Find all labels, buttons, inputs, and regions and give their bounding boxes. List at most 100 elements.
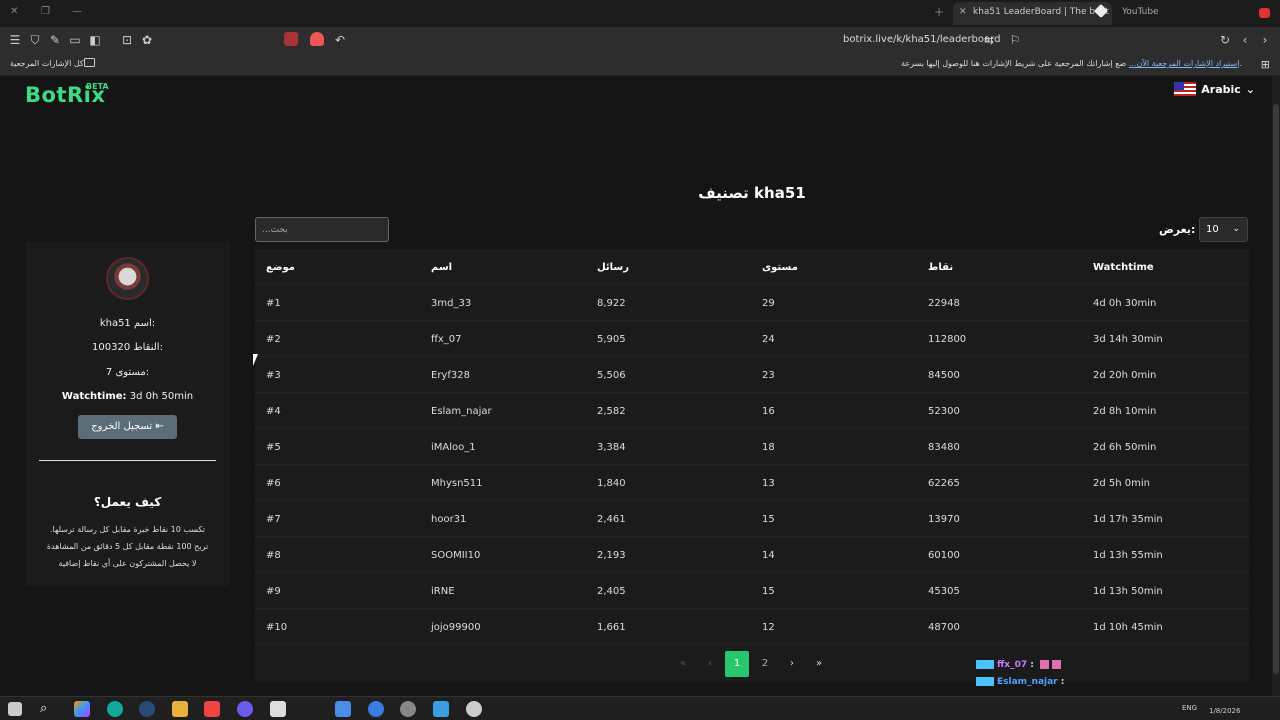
obs-icon[interactable] (466, 701, 482, 717)
first-page-button[interactable]: « (671, 651, 695, 677)
table-cell[interactable]: Mhysn511 (431, 478, 483, 489)
table-cell: 1d 13h 55min (1093, 550, 1163, 561)
clock-date[interactable]: 1/8/2026 (1209, 707, 1240, 715)
table-cell[interactable]: iMAloo_1 (431, 442, 476, 453)
table-cell: #1 (266, 298, 281, 309)
entries-value: 10 (1206, 224, 1219, 235)
shield-icon[interactable]: ⛉ (28, 33, 42, 47)
undo-icon[interactable]: ↶ (333, 33, 347, 47)
table-cell[interactable]: hoor31 (431, 514, 466, 525)
table-cell[interactable]: iRNE (431, 586, 455, 597)
close-tab-icon[interactable]: ✕ (959, 7, 967, 17)
table-cell[interactable]: Eryf328 (431, 370, 470, 381)
header-position[interactable]: موضع (266, 262, 295, 273)
header-messages[interactable]: رسائل (597, 262, 629, 273)
file-explorer-icon[interactable] (172, 701, 188, 717)
page-scrollbar[interactable] (1272, 76, 1280, 696)
last-page-button[interactable]: » (807, 651, 831, 677)
minimize-window-icon[interactable]: — (72, 6, 82, 17)
search-input[interactable] (255, 217, 389, 242)
sidebar-icon[interactable]: ◧ (88, 33, 102, 47)
tab-youtube[interactable]: YouTube (1122, 7, 1159, 17)
table-cell[interactable]: 3md_33 (431, 298, 471, 309)
search-icon[interactable]: ⌕ (40, 701, 56, 717)
mail-icon[interactable] (335, 701, 351, 717)
table-cell[interactable]: Eslam_najar (431, 406, 492, 417)
windows-start-icon[interactable] (8, 702, 22, 716)
app-icon[interactable] (433, 701, 449, 717)
back-icon[interactable]: › (1258, 33, 1272, 47)
next-page-button[interactable]: › (780, 651, 804, 677)
close-window-icon[interactable]: ✕ (10, 6, 18, 17)
how-it-works-title: كيف يعمل؟ (93, 495, 162, 509)
settings-icon[interactable] (400, 701, 416, 717)
new-tab-icon[interactable]: + (934, 5, 944, 19)
scrollbar-thumb[interactable] (1273, 104, 1279, 674)
puzzle-icon[interactable]: ✿ (140, 33, 154, 47)
table-cell: #5 (266, 442, 281, 453)
table-cell: 45305 (928, 586, 960, 597)
table-row: #7 hoor31 2,461 15 13970 1d 17h 35min (255, 501, 1249, 537)
all-bookmarks-link[interactable]: كل الإشارات المرجعية (10, 59, 84, 68)
wallet-icon[interactable]: ▭ (68, 33, 82, 47)
table-cell: 2,582 (597, 406, 626, 417)
header-name[interactable]: اسم (431, 262, 452, 273)
share-icon[interactable]: ⇆ (982, 33, 996, 47)
table-cell[interactable]: jojo99900 (431, 622, 481, 633)
table-cell: 5,506 (597, 370, 626, 381)
discord-icon[interactable] (237, 701, 253, 717)
table-cell: 1d 17h 35min (1093, 514, 1163, 525)
browser-tab-bar: ✕ ❐ — + ✕ kha51 LeaderBoard | The best C… (0, 0, 1280, 27)
language-selector[interactable]: Arabic ⌄ (1174, 82, 1255, 96)
table-row: #10 jojo99900 1,661 12 48700 1d 10h 45min (255, 609, 1249, 645)
extensions-icon[interactable]: ✎ (48, 33, 62, 47)
store-icon[interactable] (270, 701, 286, 717)
page-1-button[interactable]: 1 (725, 651, 749, 677)
chat-message: ffx_07 : (976, 660, 1061, 670)
chat-badge-icon (976, 677, 994, 686)
reload-icon[interactable]: ↻ (1218, 33, 1232, 47)
screenshot-icon[interactable]: ⊡ (120, 33, 134, 47)
logout-button[interactable]: تسجيل الخروج ⇤ (78, 415, 177, 439)
brave-shield-icon[interactable] (310, 32, 324, 46)
beta-badge: BETA (86, 82, 109, 91)
table-cell: 84500 (928, 370, 960, 381)
bookmark-icon[interactable]: ⚐ (1008, 33, 1022, 47)
table-cell: 2,461 (597, 514, 626, 525)
table-cell: 15 (762, 586, 775, 597)
folder-icon (84, 58, 95, 67)
brave-icon[interactable] (204, 701, 220, 717)
table-cell: 83480 (928, 442, 960, 453)
table-cell[interactable]: SOOMII10 (431, 550, 480, 561)
header-points[interactable]: نقاط (928, 262, 953, 273)
table-cell: 2d 8h 10min (1093, 406, 1157, 417)
table-cell[interactable]: ffx_07 (431, 334, 462, 345)
header-level[interactable]: مستوى (762, 262, 798, 273)
import-bookmarks-link[interactable]: إستيراد الإشارات المرجعية الآن... (1129, 59, 1240, 68)
address-bar[interactable]: botrix.live/k/kha51/leaderboard (843, 34, 1000, 45)
watchtime-value: 3d 0h 50min (129, 391, 194, 402)
profile-watchtime: Watchtime: 3d 0h 50min (25, 391, 230, 402)
copilot-icon[interactable] (74, 701, 90, 717)
language-indicator[interactable]: ENG (1182, 704, 1197, 712)
forward-icon[interactable]: ‹ (1238, 33, 1252, 47)
table-cell: 112800 (928, 334, 967, 345)
table-cell: 12 (762, 622, 775, 633)
prev-page-button[interactable]: ‹ (698, 651, 722, 677)
entries-per-page-select[interactable]: 10 ⌄ (1199, 217, 1248, 242)
apps-grid-icon[interactable]: ⊞ (1261, 58, 1270, 71)
header-watchtime[interactable]: Watchtime (1093, 262, 1154, 273)
app-icon[interactable] (368, 701, 384, 717)
tab-leaderboard[interactable]: ✕ kha51 LeaderBoard | The best C... (953, 2, 1112, 25)
table-cell: 29 (762, 298, 775, 309)
adblock-icon[interactable] (284, 32, 298, 46)
table-cell: 2d 5h 0min (1093, 478, 1150, 489)
page-2-button[interactable]: 2 (753, 651, 777, 677)
windows-taskbar: ⌕ ENG 1/8/2026 (0, 696, 1280, 720)
edge-icon[interactable] (107, 701, 123, 717)
menu-icon[interactable]: ☰ (8, 33, 22, 47)
chat-overlay: ffx_07 : Eslam_najar : (976, 657, 1271, 696)
steam-icon[interactable] (139, 701, 155, 717)
table-cell: 4d 0h 30min (1093, 298, 1157, 309)
restore-window-icon[interactable]: ❐ (41, 6, 50, 17)
